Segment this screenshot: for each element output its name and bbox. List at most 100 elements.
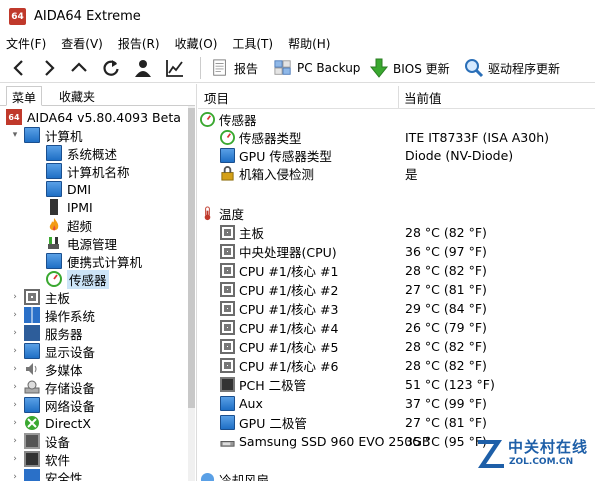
tree-root[interactable]: 64 AIDA64 v5.80.4093 Beta [6, 108, 181, 126]
data-row[interactable]: CPU #1/核心 #5 28 °C (82 °F) [220, 337, 595, 355]
tree-item-ipmi[interactable]: IPMI [46, 198, 93, 216]
forward-icon[interactable] [36, 56, 62, 80]
tree-item-computer[interactable]: ▾ 计算机 [10, 126, 83, 144]
tree-item-security[interactable]: › 安全性 [10, 468, 83, 481]
column-separator[interactable] [398, 86, 399, 108]
toolbar: 报告 PC Backup BIOS 更新 驱动程序更新 [0, 53, 595, 83]
data-row[interactable]: 中央处理器(CPU) 36 °C (97 °F) [220, 242, 595, 260]
data-row[interactable]: CPU #1/核心 #4 26 °C (79 °F) [220, 318, 595, 336]
data-row[interactable]: PCH 二极管 51 °C (123 °F) [220, 375, 595, 393]
tree-scrollbar[interactable] [188, 106, 195, 481]
chevron-right-icon[interactable]: › [10, 472, 20, 481]
data-row[interactable]: CPU #1/核心 #2 27 °C (81 °F) [220, 280, 595, 298]
menu-help[interactable]: 帮助(H) [288, 35, 330, 52]
bios-update-label: BIOS 更新 [393, 61, 450, 76]
chevron-right-icon[interactable]: › [10, 400, 20, 410]
tree-item-system-summary[interactable]: 系统概述 [46, 144, 117, 162]
cpu-icon [220, 357, 235, 373]
tree-item-server[interactable]: › 服务器 [10, 324, 83, 342]
monitor-icon [46, 145, 62, 161]
back-icon[interactable] [6, 56, 32, 80]
tree-item-devices[interactable]: › 设备 [10, 432, 70, 450]
cpu-icon [220, 319, 235, 335]
menu-file[interactable]: 文件(F) [6, 35, 46, 52]
menu-favorites[interactable]: 收藏(O) [175, 35, 218, 52]
bios-update-button[interactable]: BIOS 更新 [369, 56, 450, 80]
data-row[interactable]: Aux 37 °C (99 °F) [220, 394, 595, 412]
data-row[interactable]: 传感器类型 ITE IT8733F (ISA A30h) [220, 128, 595, 146]
tree-scrollbar-thumb[interactable] [188, 108, 195, 408]
chevron-right-icon[interactable]: › [10, 292, 20, 302]
section-title: 温度 [219, 206, 245, 222]
refresh-icon[interactable] [98, 56, 124, 80]
tree-item-directx[interactable]: › DirectX [10, 414, 91, 432]
watermark-en: ZOL.COM.CN [509, 457, 574, 467]
chevron-right-icon[interactable]: › [10, 454, 20, 464]
software-icon [24, 451, 40, 467]
column-header-item[interactable]: 项目 [204, 86, 229, 108]
data-row[interactable]: GPU 传感器类型 Diode (NV-Diode) [220, 146, 595, 164]
monitor-icon [46, 163, 62, 179]
chevron-right-icon[interactable]: › [10, 436, 20, 446]
thermometer-icon [200, 205, 215, 221]
pc-backup-button[interactable]: PC Backup [273, 56, 360, 80]
network-icon [24, 397, 40, 413]
fan-icon [200, 472, 215, 481]
disk-icon [24, 379, 40, 395]
report-icon [210, 58, 230, 78]
shield-icon [24, 469, 40, 481]
server-icon [50, 199, 58, 215]
tree-item-multimedia[interactable]: › 多媒体 [10, 360, 82, 378]
chevron-right-icon[interactable]: › [10, 328, 20, 338]
tree-item-sensor[interactable]: 传感器 [46, 269, 109, 289]
up-icon[interactable] [66, 56, 92, 80]
title-bar: 64 AIDA64 Extreme [0, 0, 595, 32]
monitor-icon [220, 147, 235, 163]
menu-report[interactable]: 报告(R) [118, 35, 160, 52]
chevron-right-icon[interactable]: › [10, 310, 20, 320]
tree-item-computer-name[interactable]: 计算机名称 [46, 162, 130, 180]
data-row[interactable]: GPU 二极管 27 °C (81 °F) [220, 413, 595, 431]
menu-bar: 文件(F) 查看(V) 报告(R) 收藏(O) 工具(T) 帮助(H) [0, 33, 595, 53]
tree-item-motherboard[interactable]: › 主板 [10, 288, 70, 306]
data-row[interactable]: 主板 28 °C (82 °F) [220, 223, 595, 241]
tree-item-overclock[interactable]: 超频 [46, 216, 92, 234]
chevron-right-icon[interactable]: › [10, 418, 20, 428]
expanded-chevron-icon[interactable]: ▾ [10, 130, 20, 140]
chart-icon[interactable] [162, 56, 188, 80]
column-header-value[interactable]: 当前值 [404, 86, 442, 108]
tree-item-portable[interactable]: 便携式计算机 [46, 252, 142, 270]
data-row[interactable]: CPU #1/核心 #6 28 °C (82 °F) [220, 356, 595, 374]
data-row[interactable]: 机箱入侵检测 是 [220, 164, 595, 182]
chevron-right-icon[interactable]: › [10, 364, 20, 374]
data-row[interactable]: CPU #1/核心 #3 29 °C (84 °F) [220, 299, 595, 317]
cpu-icon [220, 262, 235, 278]
section-title: 冷却风扇 [219, 472, 270, 481]
report-button[interactable]: 报告 [210, 56, 258, 80]
tree-item-network[interactable]: › 网络设备 [10, 396, 95, 414]
ssd-icon [220, 434, 235, 449]
driver-update-button[interactable]: 驱动程序更新 [464, 56, 560, 80]
user-icon[interactable] [130, 56, 156, 80]
tree-item-software[interactable]: › 软件 [10, 450, 70, 468]
tree-item-dmi[interactable]: DMI [46, 180, 91, 198]
chevron-right-icon[interactable]: › [10, 346, 20, 356]
left-tabs: 菜单 收藏夹 [0, 84, 195, 106]
tree-item-storage[interactable]: › 存储设备 [10, 378, 95, 396]
section-temperature: 温度 [200, 204, 595, 222]
tab-favorites[interactable]: 收藏夹 [54, 86, 100, 106]
chevron-right-icon[interactable]: › [10, 382, 20, 392]
tree-item-power[interactable]: 电源管理 [46, 234, 117, 252]
tree-item-os[interactable]: › 操作系统 [10, 306, 95, 324]
cpu-icon [220, 300, 235, 316]
backup-icon [273, 58, 293, 78]
menu-tools[interactable]: 工具(T) [232, 35, 273, 52]
tab-menu[interactable]: 菜单 [6, 86, 43, 106]
watermark-cn: 中关村在线 [508, 438, 589, 456]
speaker-icon [24, 361, 40, 377]
pane-divider[interactable] [196, 84, 197, 481]
menu-view[interactable]: 查看(V) [61, 35, 103, 52]
header-divider [198, 108, 595, 109]
data-row[interactable]: CPU #1/核心 #1 28 °C (82 °F) [220, 261, 595, 279]
tree-item-display[interactable]: › 显示设备 [10, 342, 95, 360]
